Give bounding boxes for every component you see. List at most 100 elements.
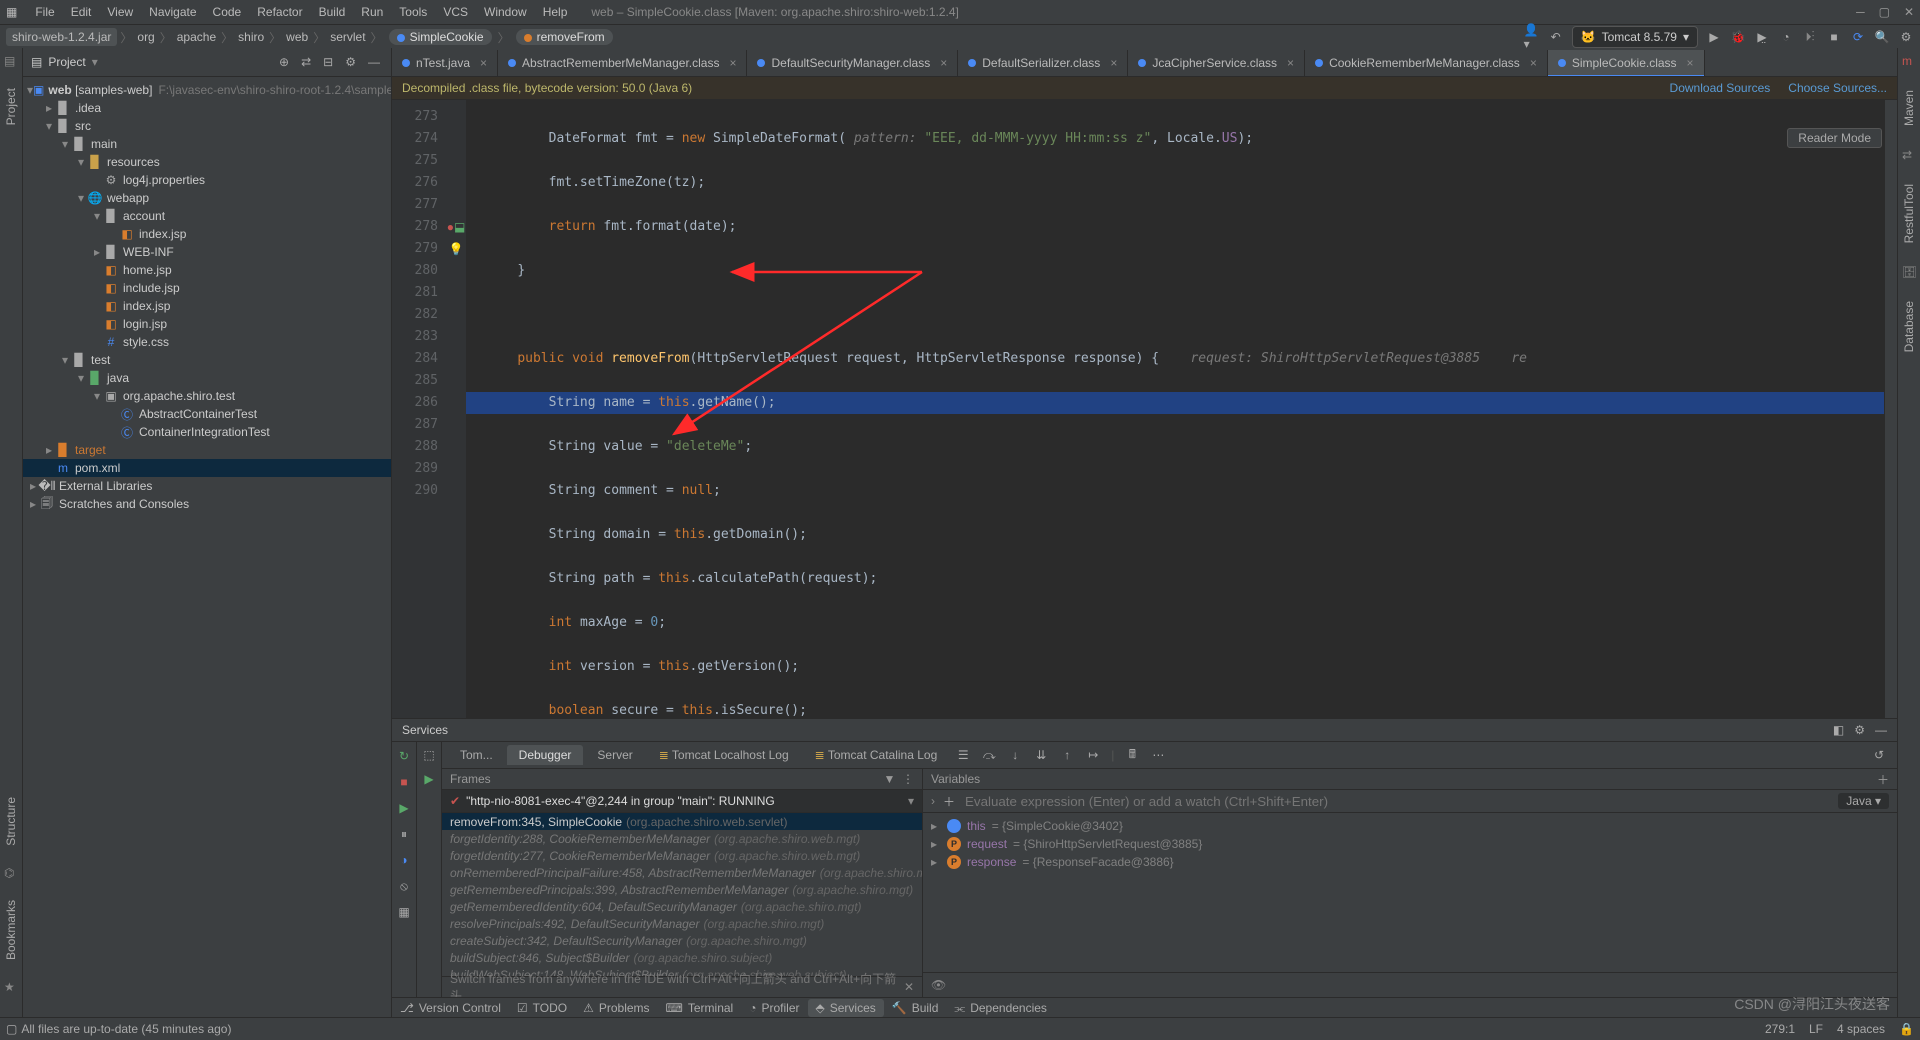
gear-icon[interactable]: ⚙ — [1854, 723, 1865, 737]
new-watch-icon[interactable]: ＋ — [1877, 771, 1889, 788]
menu-code[interactable]: Code — [205, 3, 250, 21]
menu-tools[interactable]: Tools — [391, 3, 435, 21]
thread-selector[interactable]: ✔"http-nio-8081-exec-4"@2,244 in group "… — [442, 790, 922, 813]
project-tree[interactable]: ▾▣web [samples-web]F:\javasec-env\shiro-… — [23, 77, 391, 1018]
menu-view[interactable]: View — [99, 3, 141, 21]
structure-tool-label[interactable]: Structure — [4, 793, 18, 850]
layout-icon[interactable]: ◧ — [1833, 723, 1844, 737]
tree-java[interactable]: ▾▉java — [23, 369, 391, 387]
variable-row[interactable]: ▸Prequest = {ShiroHttpServletRequest@388… — [923, 835, 1897, 853]
tab-build[interactable]: 🔨Build — [884, 999, 947, 1017]
menu-navigate[interactable]: Navigate — [141, 3, 204, 21]
tree-log4j[interactable]: ⚙log4j.properties — [23, 171, 391, 189]
more-icon[interactable]: ⋮ — [902, 772, 914, 786]
breakpoint-icon[interactable]: ● — [447, 220, 454, 234]
breadcrumb-jar[interactable]: shiro-web-1.2.4.jar — [6, 28, 117, 46]
search-icon[interactable]: 🔍 — [1874, 29, 1890, 45]
collapse-icon[interactable]: ⊟ — [320, 55, 336, 69]
debug-icon[interactable]: 🐞 — [1730, 29, 1746, 45]
reader-mode-badge[interactable]: Reader Mode — [1787, 128, 1882, 148]
gear-icon[interactable]: ⚙ — [342, 55, 359, 69]
editor-tab[interactable]: JcaCipherService.class× — [1128, 50, 1305, 76]
menu-run[interactable]: Run — [353, 3, 391, 21]
tree-resources[interactable]: ▾▉resources — [23, 153, 391, 171]
editor-tab[interactable]: nTest.java× — [392, 50, 498, 76]
breadcrumb-web[interactable]: web — [284, 30, 310, 44]
variable-row[interactable]: ▸this = {SimpleCookie@3402} — [923, 817, 1897, 835]
evaluate-icon[interactable]: 🖩 — [1122, 745, 1142, 765]
bookmarks-tool-label[interactable]: Bookmarks — [4, 896, 18, 964]
structure-icon[interactable]: ⌬ — [4, 866, 18, 880]
tree-home[interactable]: ◧home.jsp — [23, 261, 391, 279]
step-over-icon[interactable]: ⤼ — [979, 745, 999, 765]
restore-layout-icon[interactable]: ↺ — [1869, 745, 1889, 765]
minimize-icon[interactable]: ─ — [1856, 5, 1865, 19]
tab-problems[interactable]: ⚠Problems — [575, 999, 657, 1017]
tab-todo[interactable]: ☑TODO — [509, 999, 575, 1017]
project-view-icon[interactable]: ▤ — [31, 55, 42, 69]
close-tab-icon[interactable]: × — [1687, 56, 1694, 70]
stack-frame[interactable]: createSubject:342, DefaultSecurityManage… — [442, 932, 922, 949]
close-tab-icon[interactable]: × — [940, 56, 947, 70]
mute-breakpoints-icon[interactable]: ⦸ — [396, 878, 412, 894]
breadcrumb-servlet[interactable]: servlet — [328, 30, 367, 44]
profiler-run-icon[interactable]: ◔ — [1778, 29, 1794, 45]
close-tab-icon[interactable]: × — [1530, 56, 1537, 70]
tree-account-index[interactable]: ◧index.jsp — [23, 225, 391, 243]
tree-pkg[interactable]: ▾▣org.apache.shiro.test — [23, 387, 391, 405]
hide-icon[interactable]: — — [1875, 723, 1887, 737]
project-tool-label[interactable]: Project — [4, 84, 18, 129]
hide-icon[interactable]: — — [365, 55, 383, 69]
menu-help[interactable]: Help — [535, 3, 576, 21]
menu-vcs[interactable]: VCS — [435, 3, 476, 21]
tree-abstracttest[interactable]: ⒸAbstractContainerTest — [23, 405, 391, 423]
tree-target[interactable]: ▸▉target — [23, 441, 391, 459]
watch-input-row[interactable]: › ＋ Java ▾ — [923, 790, 1897, 813]
menu-build[interactable]: Build — [311, 3, 354, 21]
breadcrumb-shiro[interactable]: shiro — [236, 30, 266, 44]
download-sources-link[interactable]: Download Sources — [1670, 81, 1771, 95]
run-coverage-icon[interactable]: ▶̤ — [1754, 29, 1770, 45]
pause-icon[interactable]: ⏸ — [396, 826, 412, 842]
tree-include[interactable]: ◧include.jsp — [23, 279, 391, 297]
maximize-icon[interactable]: ▢ — [1879, 5, 1890, 19]
user-icon[interactable]: 👤▾ — [1524, 29, 1540, 45]
close-tab-icon[interactable]: × — [729, 56, 736, 70]
tree-main[interactable]: ▾▉main — [23, 135, 391, 153]
settings-icon[interactable]: ⚙ — [1898, 29, 1914, 45]
close-tab-icon[interactable]: × — [1287, 56, 1294, 70]
resume-icon[interactable]: ▶ — [396, 800, 412, 816]
git-update-icon[interactable]: ⟳ — [1850, 29, 1866, 45]
step-into-icon[interactable]: ↓ — [1005, 745, 1025, 765]
filter-icon[interactable]: ▼ — [883, 772, 895, 786]
tab-version-control[interactable]: ⎇Version Control — [392, 999, 509, 1017]
stack-frame[interactable]: removeFrom:345, SimpleCookie (org.apache… — [442, 813, 922, 830]
tab-debugger[interactable]: Debugger — [507, 745, 584, 765]
close-hint-icon[interactable]: ✕ — [904, 980, 914, 994]
restful-icon[interactable]: ⇄ — [1902, 148, 1916, 162]
show-icon[interactable]: 👁 — [931, 978, 946, 992]
tab-terminal[interactable]: ⌨Terminal — [658, 999, 742, 1017]
stop-icon[interactable]: ■ — [396, 774, 412, 790]
breadcrumb-method[interactable]: removeFrom — [516, 29, 613, 45]
bookmark-icon[interactable]: ★ — [4, 980, 18, 994]
editor-tab[interactable]: DefaultSecurityManager.class× — [747, 50, 958, 76]
editor-tab[interactable]: SimpleCookie.class× — [1548, 50, 1705, 76]
tab-services[interactable]: ⬘Services — [808, 999, 884, 1017]
tab-server[interactable]: Server — [585, 745, 644, 765]
process-icon[interactable]: ⬚ — [423, 748, 434, 762]
menu-file[interactable]: File — [27, 3, 62, 21]
code-area[interactable]: DateFormat fmt = new SimpleDateFormat( p… — [466, 100, 1884, 718]
tree-scratches[interactable]: ▸🗐Scratches and Consoles — [23, 495, 391, 513]
tree-inttest[interactable]: ⒸContainerIntegrationTest — [23, 423, 391, 441]
tree-webinf[interactable]: ▸▉WEB-INF — [23, 243, 391, 261]
breadcrumb-apache[interactable]: apache — [175, 30, 218, 44]
threads-icon[interactable]: ☰ — [953, 745, 973, 765]
stack-frame[interactable]: getRememberedPrincipals:399, AbstractRem… — [442, 881, 922, 898]
breadcrumb-org[interactable]: org — [135, 30, 156, 44]
running-process-icon[interactable]: ▶ — [424, 772, 433, 786]
database-label[interactable]: Database — [1902, 297, 1916, 356]
restful-label[interactable]: RestfulTool — [1902, 180, 1916, 247]
attach-icon[interactable]: ⏵⋮ — [1802, 29, 1818, 45]
run-icon[interactable]: ▶ — [1706, 29, 1722, 45]
